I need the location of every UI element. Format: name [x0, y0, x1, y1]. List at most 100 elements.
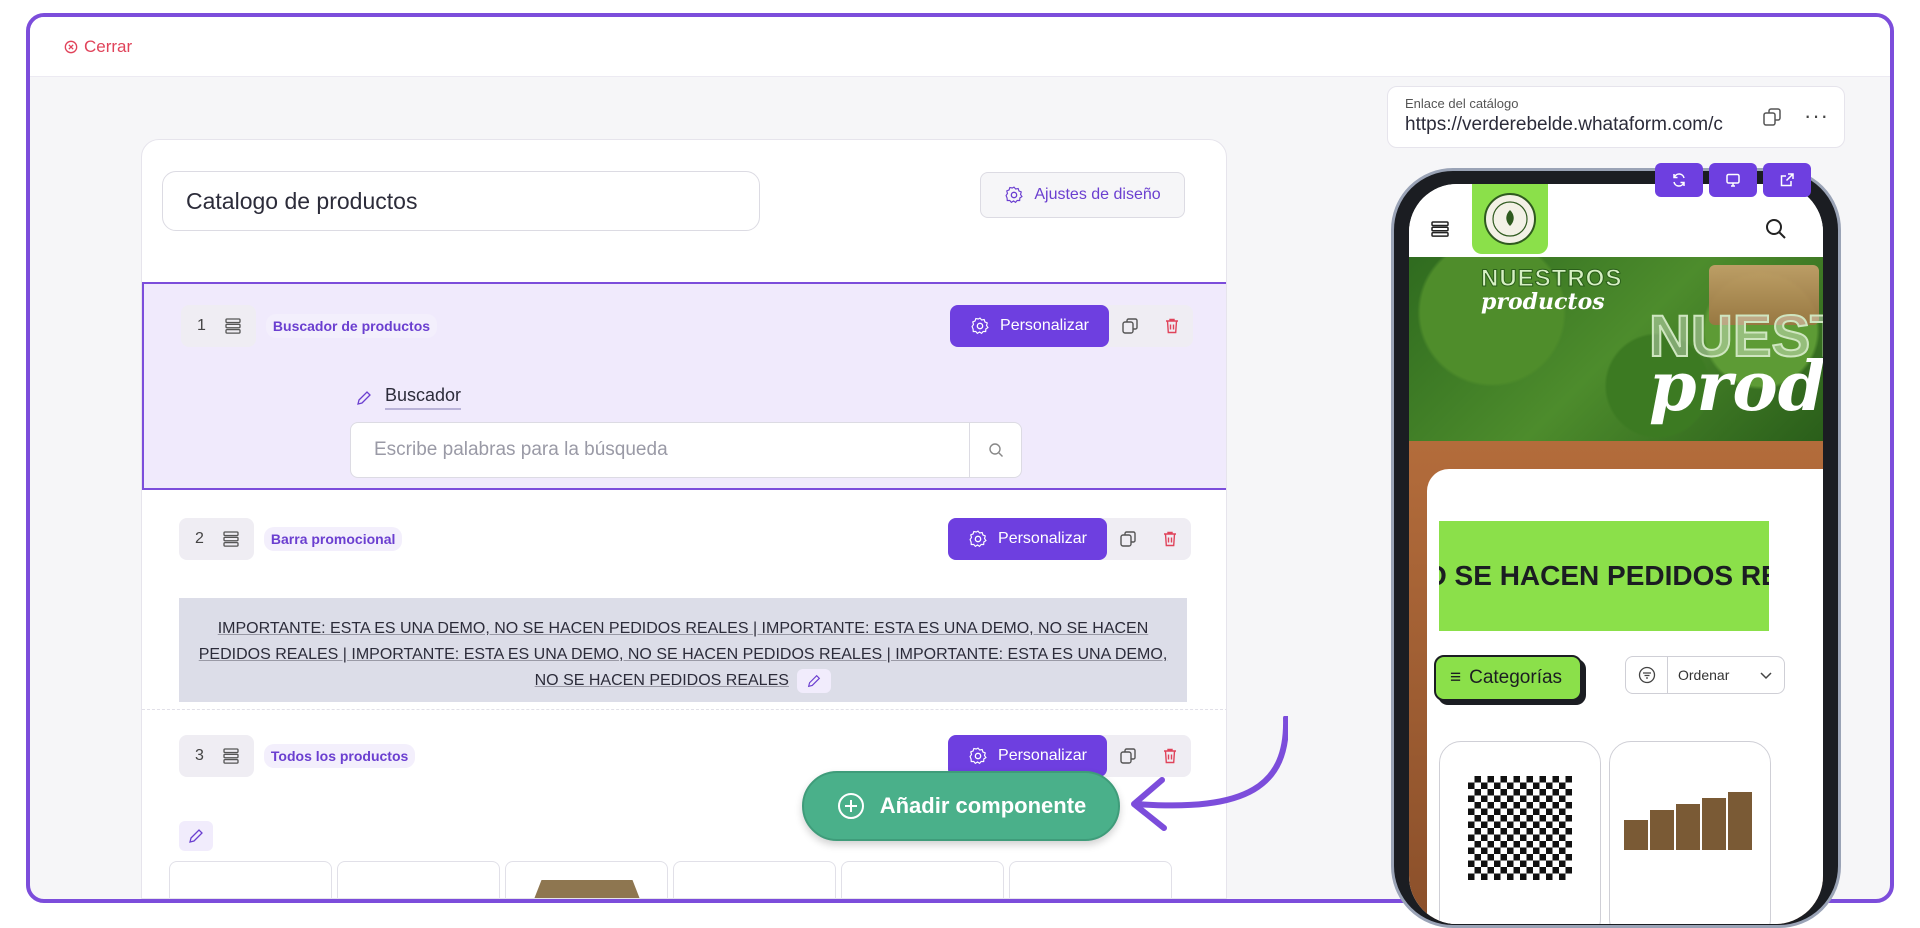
delete-button[interactable]: [1151, 305, 1193, 347]
close-circle-icon: [64, 40, 78, 54]
block-header: 3 Todos los productos: [179, 735, 416, 777]
product-image: [1624, 792, 1752, 850]
component-block-search[interactable]: 1 Buscador de productos Personalizar Bus…: [142, 282, 1226, 490]
block-number: 1: [197, 317, 206, 334]
customize-button[interactable]: Personalizar: [950, 305, 1109, 347]
block-number-pill[interactable]: 2: [179, 518, 254, 560]
catalog-link-url[interactable]: https://verderebelde.whataform.com/c: [1405, 114, 1723, 136]
gear-icon: [1005, 186, 1024, 204]
product-image: [1468, 776, 1572, 880]
close-button[interactable]: Cerrar: [64, 37, 132, 57]
seal-logo-icon: [1484, 193, 1536, 245]
edit-products-button[interactable]: [179, 821, 213, 851]
design-settings-button[interactable]: Ajustes de diseño: [980, 172, 1185, 218]
hero-subtitle: productos: [1481, 289, 1605, 315]
sort-label: Ordenar: [1678, 667, 1730, 683]
monitor-icon: [1726, 173, 1740, 187]
copy-link-icon[interactable]: [1760, 105, 1784, 129]
top-bar: Cerrar: [30, 17, 1890, 77]
block-number-pill[interactable]: 1: [181, 305, 256, 347]
open-external-button[interactable]: [1763, 163, 1811, 197]
catalog-title-input[interactable]: Catalogo de productos: [162, 171, 760, 231]
refresh-preview-button[interactable]: [1655, 163, 1703, 197]
gear-icon: [969, 747, 987, 765]
customize-button[interactable]: Personalizar: [948, 518, 1107, 560]
block-header: 2 Barra promocional: [179, 518, 403, 560]
curved-arrow-icon: [1131, 716, 1288, 831]
chevron-down-icon: [1748, 668, 1784, 682]
duplicate-button[interactable]: [1107, 518, 1149, 560]
filter-icon: [1626, 657, 1668, 693]
customize-label: Personalizar: [1000, 317, 1089, 334]
block-type-tag: Buscador de productos: [265, 314, 438, 338]
search-icon[interactable]: [1764, 217, 1788, 241]
product-card[interactable]: [505, 861, 668, 898]
promo-ticker-text: O SE HACEN PEDIDOS REALES: [1439, 560, 1769, 591]
component-block-promo[interactable]: 2 Barra promocional Personalizar IMPORTA…: [142, 490, 1226, 710]
catalog-link-box: Enlace del catálogo https://verderebelde…: [1387, 86, 1845, 148]
menu-icon[interactable]: [1431, 220, 1449, 238]
block-actions: Personalizar: [948, 518, 1191, 560]
product-card[interactable]: [841, 861, 1004, 898]
copy-icon: [1122, 318, 1138, 334]
list-icon: ≡: [1450, 667, 1462, 688]
preview-product-card[interactable]: [1609, 741, 1771, 924]
plus-circle-icon: [837, 793, 864, 819]
phone-preview: NUESTROS productos NUESTROS productos O …: [1391, 168, 1841, 928]
store-body-background: O SE HACEN PEDIDOS REALES ≡ Categorías O…: [1409, 441, 1823, 924]
trash-icon: [1166, 318, 1178, 334]
block-number: 2: [195, 530, 204, 547]
pencil-icon: [189, 829, 203, 843]
product-card[interactable]: [337, 861, 500, 898]
close-label: Cerrar: [84, 37, 133, 56]
block-type-tag: Todos los productos: [263, 744, 416, 768]
drag-handle-icon[interactable]: [222, 530, 240, 548]
drag-handle-icon[interactable]: [222, 747, 240, 765]
trash-icon: [1164, 531, 1176, 547]
block-number: 3: [195, 747, 204, 764]
block-actions: Personalizar: [950, 305, 1193, 347]
hero-big-subtitle: productos: [1649, 347, 1823, 427]
product-card[interactable]: [673, 861, 836, 898]
drag-handle-icon[interactable]: [224, 317, 242, 335]
pencil-icon: [357, 390, 371, 405]
customize-label: Personalizar: [998, 747, 1087, 764]
gear-icon: [971, 317, 989, 335]
customize-label: Personalizar: [998, 530, 1087, 547]
add-component-button[interactable]: Añadir componente: [802, 771, 1120, 841]
store-logo[interactable]: [1472, 184, 1548, 254]
search-label-text: Buscador: [385, 385, 462, 410]
desktop-view-button[interactable]: [1709, 163, 1757, 197]
preview-product-card[interactable]: [1439, 741, 1601, 924]
product-card[interactable]: [1009, 861, 1172, 898]
pencil-icon: [808, 674, 821, 687]
promo-ticker: O SE HACEN PEDIDOS REALES: [1439, 521, 1769, 631]
categories-button[interactable]: ≡ Categorías: [1434, 655, 1582, 701]
duplicate-button[interactable]: [1109, 305, 1151, 347]
product-card-row: [169, 861, 1172, 898]
catalog-title-value: Catalogo de productos: [186, 187, 418, 214]
phone-screen: NUESTROS productos NUESTROS productos O …: [1409, 184, 1823, 924]
design-settings-label: Ajustes de diseño: [1034, 186, 1161, 203]
sort-select[interactable]: Ordenar: [1625, 656, 1785, 694]
product-card[interactable]: [169, 861, 332, 898]
external-link-icon: [1780, 173, 1794, 187]
block-header: 1 Buscador de productos: [181, 305, 438, 347]
copy-icon: [1120, 531, 1136, 547]
promo-bar-preview[interactable]: IMPORTANTE: ESTA ES UNA DEMO, NO SE HACE…: [179, 598, 1187, 702]
catalog-link-label: Enlace del catálogo: [1405, 96, 1519, 111]
categories-label: Categorías: [1469, 667, 1563, 688]
search-icon: [988, 443, 1003, 457]
search-input[interactable]: Escribe palabras para la búsqueda: [350, 422, 1022, 478]
search-button[interactable]: [969, 423, 1021, 477]
more-options-icon[interactable]: ···: [1804, 103, 1829, 129]
delete-button[interactable]: [1149, 518, 1191, 560]
search-block-label[interactable]: Buscador: [355, 385, 462, 410]
block-number-pill[interactable]: 3: [179, 735, 254, 777]
block-type-tag: Barra promocional: [263, 527, 403, 551]
promo-text: IMPORTANTE: ESTA ES UNA DEMO, NO SE HACE…: [198, 620, 1168, 689]
preview-toolbar: [1655, 163, 1811, 197]
edit-promo-button[interactable]: [797, 668, 832, 693]
search-placeholder: Escribe palabras para la búsqueda: [374, 439, 668, 460]
refresh-icon: [1673, 173, 1685, 187]
